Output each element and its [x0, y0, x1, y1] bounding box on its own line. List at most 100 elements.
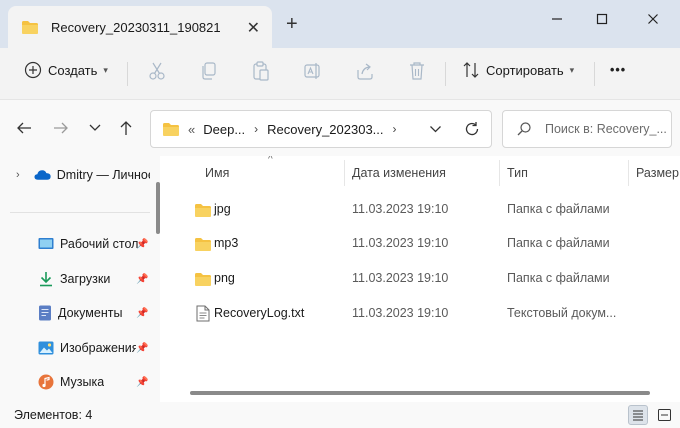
rename-icon[interactable]: [304, 61, 322, 81]
sort-label: Сортировать: [486, 62, 564, 78]
share-icon[interactable]: [356, 61, 374, 81]
sidebar-item-label: Dmitry — Личное: [56, 168, 150, 182]
column-header-size[interactable]: Размер: [636, 166, 679, 180]
file-row[interactable]: RecoveryLog.txt 11.03.2023 19:10 Текстов…: [172, 297, 680, 331]
column-header-name[interactable]: Имя: [205, 166, 229, 180]
file-name: RecoveryLog.txt: [214, 306, 305, 320]
column-divider[interactable]: [499, 160, 500, 186]
plus-circle-icon: [24, 61, 42, 79]
divider: [445, 62, 446, 86]
music-icon: [38, 374, 54, 390]
breadcrumb-overflow[interactable]: «: [188, 122, 195, 137]
file-date: 11.03.2023 19:10: [352, 271, 449, 285]
sort-button[interactable]: Сортировать ▾: [462, 61, 574, 79]
column-header-type[interactable]: Тип: [507, 166, 528, 180]
search-box[interactable]: Поиск в: Recovery_...: [502, 110, 672, 148]
pin-icon: 📌: [136, 376, 149, 388]
maximize-icon: [596, 13, 608, 25]
sidebar-scrollbar[interactable]: [156, 182, 160, 234]
file-type: Папка с файлами: [507, 236, 610, 250]
file-date: 11.03.2023 19:10: [352, 306, 449, 320]
divider: [594, 62, 595, 86]
refresh-icon[interactable]: [464, 121, 480, 137]
chevron-down-icon: ▾: [569, 64, 575, 75]
sidebar-item-label: Рабочий стол: [60, 237, 139, 251]
forward-arrow-icon[interactable]: [53, 120, 69, 136]
more-options-button[interactable]: •••: [610, 63, 626, 77]
chevron-right-icon[interactable]: ›: [254, 122, 258, 136]
column-header-date[interactable]: Дата изменения: [352, 166, 446, 180]
cut-icon[interactable]: [148, 61, 166, 81]
column-header-row: ^ Имя Дата изменения Тип Размер: [172, 156, 680, 190]
file-date: 11.03.2023 19:10: [352, 236, 449, 250]
command-bar: Создать ▾ Сортировать ▾ •••: [0, 48, 680, 100]
close-button[interactable]: [630, 4, 676, 34]
column-divider[interactable]: [344, 160, 345, 186]
address-bar[interactable]: « Deep... › Recovery_202303... ›: [150, 110, 492, 148]
onedrive-icon: [34, 170, 51, 180]
recent-locations-chevron-icon[interactable]: [88, 123, 102, 133]
sidebar-item-desktop[interactable]: Рабочий стол 📌: [0, 230, 150, 258]
paste-icon[interactable]: [252, 61, 270, 81]
status-bar: Элементов: 4: [0, 402, 680, 428]
chevron-right-icon[interactable]: ›: [16, 169, 20, 181]
breadcrumb-item[interactable]: Deep...: [203, 122, 245, 137]
tiles-view-button[interactable]: [654, 405, 674, 425]
address-dropdown-chevron-icon[interactable]: [429, 125, 442, 134]
tab-title: Recovery_20230311_190821: [51, 19, 221, 35]
sidebar-item-documents[interactable]: Документы 📌: [0, 299, 150, 327]
tiles-view-icon: [657, 409, 671, 421]
file-list: ^ Имя Дата изменения Тип Размер jpg 11.0…: [172, 156, 680, 402]
file-type: Папка с файлами: [507, 202, 610, 216]
file-name: png: [214, 271, 235, 285]
delete-icon[interactable]: [408, 61, 426, 81]
documents-icon: [39, 305, 51, 321]
sort-icon: [463, 62, 479, 78]
horizontal-scrollbar[interactable]: [190, 391, 650, 395]
file-type: Текстовый докум...: [507, 306, 617, 320]
create-label: Создать: [48, 62, 98, 78]
sort-ascending-icon: ^: [268, 156, 273, 165]
folder-icon: [195, 273, 211, 286]
breadcrumb-item[interactable]: Recovery_202303...: [267, 122, 383, 137]
sidebar-item-downloads[interactable]: Загрузки 📌: [0, 265, 150, 293]
details-view-icon: [633, 410, 643, 421]
chevron-right-icon[interactable]: ›: [393, 122, 397, 136]
back-arrow-icon[interactable]: [16, 120, 32, 136]
folder-icon: [195, 238, 211, 251]
divider: [10, 212, 150, 213]
sidebar-item-pictures[interactable]: Изображения 📌: [0, 334, 150, 362]
pin-icon: 📌: [136, 238, 149, 250]
details-view-button[interactable]: [628, 405, 648, 425]
sidebar-item-label: Загрузки: [60, 272, 111, 286]
file-row[interactable]: png 11.03.2023 19:10 Папка с файлами: [172, 262, 680, 296]
search-input[interactable]: Поиск в: Recovery_...: [545, 122, 667, 136]
file-row[interactable]: mp3 11.03.2023 19:10 Папка с файлами: [172, 227, 680, 261]
file-row[interactable]: jpg 11.03.2023 19:10 Папка с файлами: [172, 193, 680, 227]
tab-active[interactable]: Recovery_20230311_190821 ✕: [8, 6, 272, 48]
create-button[interactable]: Создать ▾: [24, 61, 108, 79]
minimize-button[interactable]: [534, 4, 580, 34]
pin-icon: 📌: [136, 307, 149, 319]
up-arrow-icon[interactable]: [118, 120, 134, 136]
chevron-down-icon: ▾: [103, 64, 108, 75]
sidebar-item-music[interactable]: Музыка 📌: [0, 368, 150, 396]
sidebar-item-onedrive[interactable]: › Dmitry — Личное: [0, 161, 150, 189]
download-icon: [40, 272, 52, 287]
folder-icon: [22, 20, 38, 34]
file-date: 11.03.2023 19:10: [352, 202, 449, 216]
folder-icon: [195, 204, 211, 217]
column-divider[interactable]: [628, 160, 629, 186]
pin-icon: 📌: [136, 342, 149, 354]
search-icon: [517, 122, 531, 136]
file-type: Папка с файлами: [507, 271, 610, 285]
copy-icon[interactable]: [200, 61, 218, 81]
divider: [127, 62, 128, 86]
tab-close-icon[interactable]: ✕: [247, 18, 260, 38]
file-name: jpg: [214, 202, 231, 216]
pictures-icon: [38, 341, 54, 355]
file-name: mp3: [214, 236, 239, 250]
new-tab-icon[interactable]: +: [286, 13, 298, 36]
sidebar-item-label: Музыка: [60, 375, 105, 389]
maximize-button[interactable]: [579, 4, 625, 34]
